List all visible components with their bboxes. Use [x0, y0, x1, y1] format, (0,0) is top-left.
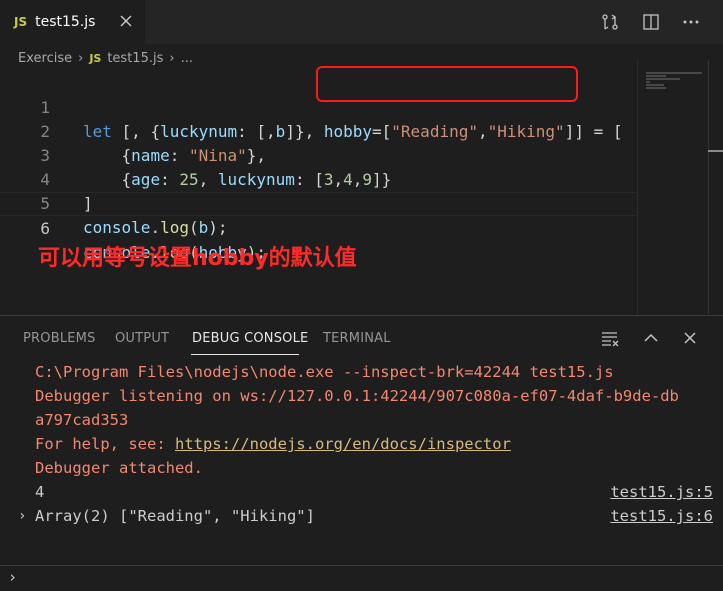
more-actions-icon[interactable]	[681, 12, 701, 32]
open-changes-icon[interactable]	[600, 12, 620, 32]
close-icon[interactable]	[118, 13, 134, 29]
scrollbar-cursor-marker	[708, 150, 723, 152]
console-line: C:\Program Files\nodejs\node.exe --inspe…	[35, 363, 614, 381]
scrollbar[interactable]	[708, 60, 723, 315]
editor-tab-bar: JS test15.js	[0, 0, 723, 44]
bottom-panel: PROBLEMS OUTPUT DEBUG CONSOLE TERMINAL C…	[0, 315, 723, 590]
source-link[interactable]: test15.js:6	[610, 504, 713, 528]
help-link[interactable]: https://nodejs.org/en/docs/inspector	[175, 435, 511, 453]
tab-output[interactable]: OUTPUT	[115, 331, 169, 346]
minimap[interactable]	[637, 60, 708, 315]
tab-test15-js[interactable]: JS test15.js	[0, 0, 145, 44]
breadcrumb-folder[interactable]: Exercise	[18, 51, 72, 66]
tab-problems[interactable]: PROBLEMS	[23, 331, 96, 346]
code-editor[interactable]: 1 let [, {luckynum: [,b]}, hobby=["Readi…	[0, 72, 636, 312]
source-link[interactable]: test15.js:5	[610, 480, 713, 504]
js-file-icon: JS	[14, 15, 28, 29]
close-icon[interactable]	[680, 328, 700, 348]
js-file-icon: JS	[89, 51, 102, 65]
code-line: 3 {age: 25, luckynum: [3,4,9]}	[0, 120, 636, 189]
clear-console-icon[interactable]	[600, 328, 620, 348]
code-text: console.log(b);	[83, 218, 228, 237]
code-line: 4 ]	[0, 144, 636, 213]
console-line: Debugger attached.	[35, 459, 203, 477]
highlight-box	[316, 66, 578, 102]
code-line-current: 6 console.log(hobby);	[0, 192, 636, 262]
breadcrumb-more[interactable]: ...	[181, 51, 193, 66]
console-output: 4	[35, 483, 45, 501]
console-input[interactable]: ›	[0, 565, 723, 591]
breadcrumb-file[interactable]: test15.js	[107, 51, 163, 66]
panel-tab-bar: PROBLEMS OUTPUT DEBUG CONSOLE TERMINAL	[0, 316, 723, 360]
chevron-right-icon: ›	[169, 50, 175, 66]
console-line: a797cad353	[35, 411, 129, 429]
chevron-right-icon: ›	[78, 50, 84, 66]
line-number: 6	[40, 219, 50, 238]
expand-chevron-icon[interactable]: ›	[18, 504, 26, 528]
tab-title: test15.js	[35, 14, 96, 30]
tab-terminal[interactable]: TERMINAL	[323, 331, 391, 346]
prompt-icon: ›	[8, 568, 18, 586]
code-line: 5 console.log(b);	[0, 168, 636, 237]
split-editor-icon[interactable]	[641, 12, 661, 32]
console-line: Debugger listening on ws://127.0.0.1:422…	[35, 387, 679, 405]
tab-debug-console[interactable]: DEBUG CONSOLE	[192, 331, 308, 346]
annotation-text: 可以用等号设置hobby的默认值	[38, 246, 357, 271]
chevron-up-icon[interactable]	[641, 328, 661, 348]
console-output[interactable]: Array(2) ["Reading", "Hiking"]	[35, 504, 315, 528]
console-line: For help, see: https://nodejs.org/en/doc…	[35, 435, 511, 453]
active-tab-indicator	[191, 354, 299, 355]
